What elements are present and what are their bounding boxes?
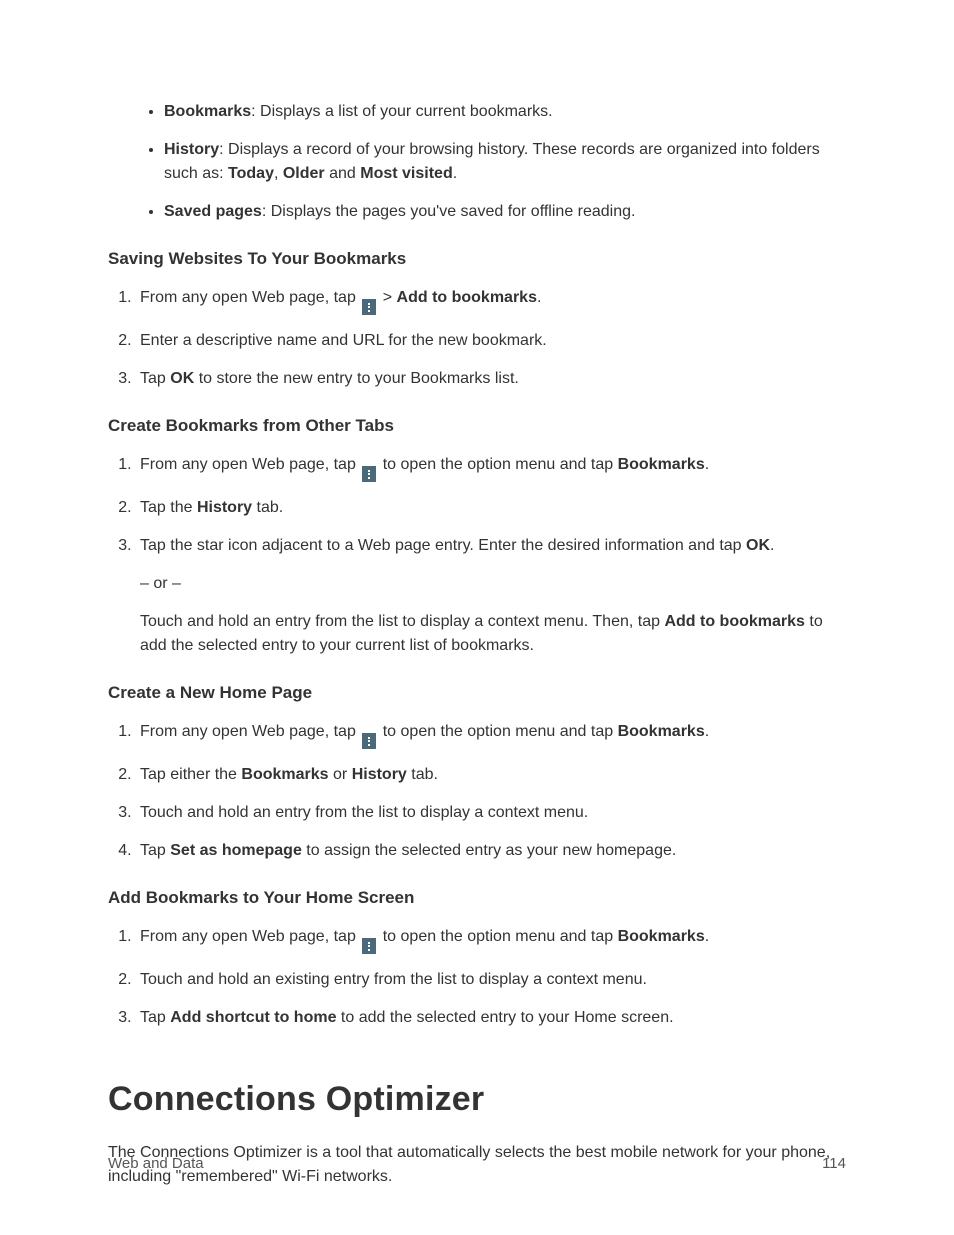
or-separator: – or – — [140, 572, 846, 596]
step-item: Tap the History tab. — [136, 496, 846, 520]
step-list: From any open Web page, tap to open the … — [108, 720, 846, 864]
more-icon — [362, 299, 376, 315]
section-heading-other-tabs: Create Bookmarks from Other Tabs — [108, 413, 846, 439]
step-item: Enter a descriptive name and URL for the… — [136, 329, 846, 353]
bullet-item: Bookmarks: Displays a list of your curre… — [164, 100, 846, 124]
bullet-text: : Displays the pages you've saved for of… — [262, 203, 636, 220]
alt-instruction: Touch and hold an entry from the list to… — [140, 610, 846, 658]
step-item: From any open Web page, tap to open the … — [136, 720, 846, 750]
step-item: Tap OK to store the new entry to your Bo… — [136, 367, 846, 391]
bullet-label: History — [164, 141, 219, 158]
more-icon — [362, 466, 376, 482]
page-heading-connections-optimizer: Connections Optimizer — [108, 1074, 846, 1125]
more-icon — [362, 733, 376, 749]
bullet-label: Saved pages — [164, 203, 262, 220]
step-item: Touch and hold an entry from the list to… — [136, 801, 846, 825]
step-list: From any open Web page, tap to open the … — [108, 453, 846, 659]
footer-section-title: Web and Data — [108, 1153, 204, 1176]
bullet-item: History: Displays a record of your brows… — [164, 138, 846, 186]
step-item: From any open Web page, tap to open the … — [136, 925, 846, 955]
section-heading-home-screen: Add Bookmarks to Your Home Screen — [108, 885, 846, 911]
step-item: Touch and hold an existing entry from th… — [136, 968, 846, 992]
section-heading-new-homepage: Create a New Home Page — [108, 680, 846, 706]
step-item: From any open Web page, tap > Add to boo… — [136, 286, 846, 316]
step-list: From any open Web page, tap > Add to boo… — [108, 286, 846, 392]
step-item: From any open Web page, tap to open the … — [136, 453, 846, 483]
step-item: Tap the star icon adjacent to a Web page… — [136, 534, 846, 658]
step-item: Tap Set as homepage to assign the select… — [136, 839, 846, 863]
document-page: Bookmarks: Displays a list of your curre… — [0, 0, 954, 1235]
bullet-label: Bookmarks — [164, 103, 251, 120]
step-item: Tap either the Bookmarks or History tab. — [136, 763, 846, 787]
step-list: From any open Web page, tap to open the … — [108, 925, 846, 1031]
bullet-text: : Displays a list of your current bookma… — [251, 103, 552, 120]
step-item: Tap Add shortcut to home to add the sele… — [136, 1006, 846, 1030]
more-icon — [362, 938, 376, 954]
footer-page-number: 114 — [822, 1153, 846, 1176]
section-heading-saving-bookmarks: Saving Websites To Your Bookmarks — [108, 246, 846, 272]
bullet-list: Bookmarks: Displays a list of your curre… — [108, 100, 846, 224]
page-footer: Web and Data 114 — [108, 1153, 846, 1176]
bullet-item: Saved pages: Displays the pages you've s… — [164, 200, 846, 224]
